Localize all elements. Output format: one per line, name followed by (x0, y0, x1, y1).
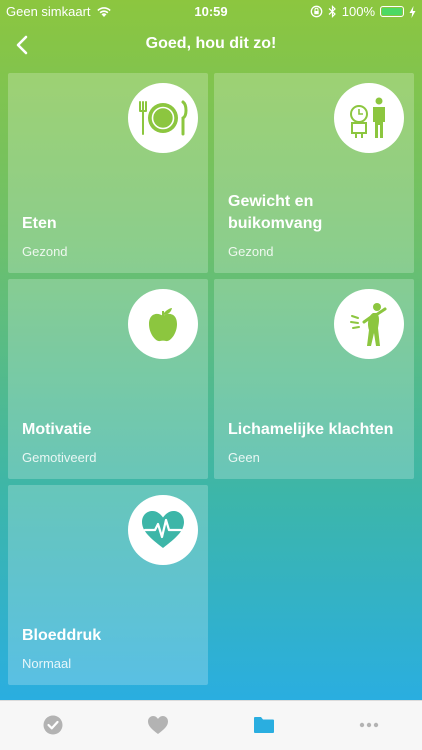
tile-title: Lichamelijke klachten (228, 421, 394, 438)
tile-icon-circle (128, 495, 198, 565)
tile-subtitle: Gemotiveerd (22, 450, 97, 465)
tab-check[interactable] (41, 713, 65, 737)
wifi-icon (96, 6, 111, 17)
tile-icon-circle (128, 83, 198, 153)
plate-cutlery-icon (139, 100, 188, 136)
heart-pulse-icon (142, 511, 184, 548)
tile-eten[interactable]: Eten Gezond (8, 73, 208, 273)
tab-bar (0, 700, 422, 750)
battery-icon (380, 6, 404, 17)
carrier-label: Geen simkaart (6, 4, 91, 19)
status-left: Geen simkaart (6, 4, 112, 19)
scale-person-icon (350, 97, 385, 138)
more-icon (359, 722, 379, 728)
status-bar: Geen simkaart 10:59 100% (0, 0, 422, 24)
tile-subtitle: Geen (228, 450, 260, 465)
pain-person-icon (350, 303, 387, 346)
rotation-lock-icon (310, 5, 323, 18)
tile-icon-circle (334, 289, 404, 359)
tab-more[interactable] (357, 713, 381, 737)
heart-icon (148, 716, 168, 734)
tile-icon-circle (128, 289, 198, 359)
tile-title: Eten (22, 215, 57, 232)
status-right: 100% (310, 4, 416, 19)
bluetooth-icon (328, 5, 336, 18)
folder-icon (254, 717, 274, 733)
battery-percent: 100% (341, 4, 375, 19)
tile-title: Gewicht en buikomvang (228, 193, 323, 232)
charging-bolt-icon (409, 5, 416, 18)
tile-title: Motivatie (22, 421, 92, 438)
tile-subtitle: Normaal (22, 656, 72, 671)
tile-subtitle: Gezond (22, 244, 68, 259)
page-title: Goed, hou dit zo! (145, 35, 277, 52)
tile-gewicht[interactable]: Gewicht en buikomvang Gezond (214, 73, 414, 273)
tile-motivatie[interactable]: Motivatie Gemotiveerd (8, 279, 208, 479)
tab-heart[interactable] (146, 713, 170, 737)
tile-title: Bloeddruk (22, 627, 102, 644)
tile-subtitle: Gezond (228, 244, 274, 259)
apple-icon (149, 308, 177, 342)
tile-icon-circle (334, 83, 404, 153)
tile-bloeddruk[interactable]: Bloeddruk Normaal (8, 485, 208, 685)
tile-lichamelijke-klachten[interactable]: Lichamelijke klachten Geen (214, 279, 414, 479)
check-circle-icon (43, 715, 63, 735)
tab-folder[interactable] (252, 713, 276, 737)
nav-bar: Goed, hou dit zo! (0, 24, 422, 66)
